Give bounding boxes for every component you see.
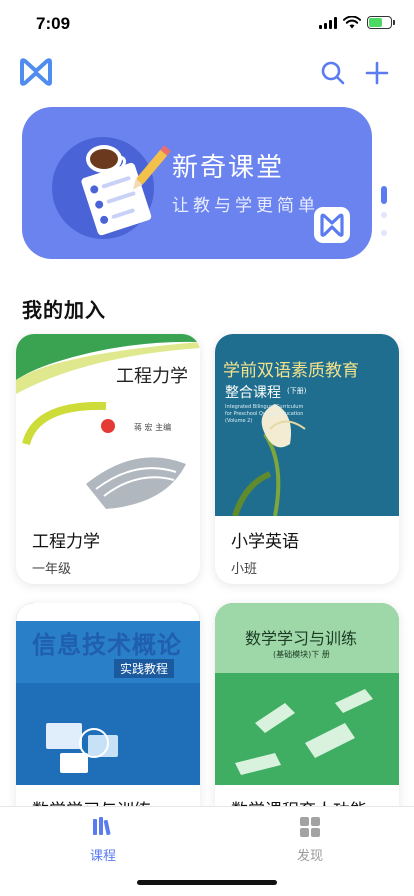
tab-label: 发现 [296, 849, 323, 864]
promo-banner[interactable]: 新奇课堂 让教与学更简单 [22, 107, 372, 259]
cover-subtitle: (基础模块)下 册 [273, 650, 330, 659]
cover-author: 蒋 宏 主编 [134, 423, 172, 432]
app-header [0, 52, 414, 96]
course-grade: 小班 [231, 562, 258, 577]
coffee-notebook-icon [81, 145, 172, 236]
cover-subtitle: 实践教程 [114, 659, 175, 678]
cover-title: 工程力学 [116, 366, 188, 387]
cover-title: 信息技术概论 [32, 631, 182, 659]
book-cover: 学前双语素质教育 整合课程 (下册) Integrated Bilingual … [215, 334, 399, 516]
banner-subtitle: 让教与学更简单 [172, 196, 319, 216]
course-title: 工程力学 [32, 532, 100, 552]
banner-title: 新奇课堂 [172, 153, 285, 183]
plus-icon[interactable] [364, 60, 390, 86]
banner-pager[interactable] [378, 186, 390, 238]
status-icons [319, 16, 395, 29]
pager-dot[interactable] [381, 212, 387, 218]
cover-subtitle: 整合课程 [225, 385, 281, 401]
app-logo-icon [320, 213, 344, 237]
course-card[interactable]: 工程力学 蒋 宏 主编 工程力学 一年级 [16, 334, 200, 584]
books-icon [93, 817, 111, 836]
course-title: 小学英语 [231, 532, 299, 552]
grid-icon [300, 817, 320, 837]
cover-volume: (下册) [287, 387, 307, 395]
course-card[interactable]: 学前双语素质教育 整合课程 (下册) Integrated Bilingual … [215, 334, 399, 584]
battery-icon [367, 16, 395, 29]
course-grade: 一年级 [32, 562, 72, 577]
app-logo-icon [20, 58, 52, 86]
tab-discover[interactable]: 发现 [250, 815, 370, 871]
pager-dot[interactable] [381, 230, 387, 236]
banner-logo-badge [314, 207, 350, 243]
cover-english-title: Integrated Bilingual Curriculum for Pres… [225, 404, 304, 424]
tab-courses[interactable]: 课程 [43, 815, 163, 871]
app-screen: 7:09 新奇课堂 让教与学更简单 我的加入 工程力学 蒋 宏 主编 工程力学 … [0, 0, 414, 896]
wifi-icon [343, 16, 361, 29]
cellular-signal-icon [319, 16, 337, 29]
tab-label: 课程 [89, 849, 116, 864]
cover-title: 数学学习与训练 [245, 629, 358, 648]
search-icon[interactable] [320, 60, 346, 86]
status-bar: 7:09 [0, 0, 414, 50]
book-cover: 信息技术概论 实践教程 [16, 603, 200, 785]
section-title: 我的加入 [22, 298, 106, 322]
pager-dot-active[interactable] [381, 186, 387, 204]
book-cover: 数学学习与训练 (基础模块)下 册 [215, 603, 399, 785]
home-indicator [137, 880, 277, 885]
status-time: 7:09 [36, 14, 71, 33]
book-cover: 工程力学 蒋 宏 主编 [16, 334, 200, 516]
cover-title: 学前双语素质教育 [223, 361, 359, 381]
